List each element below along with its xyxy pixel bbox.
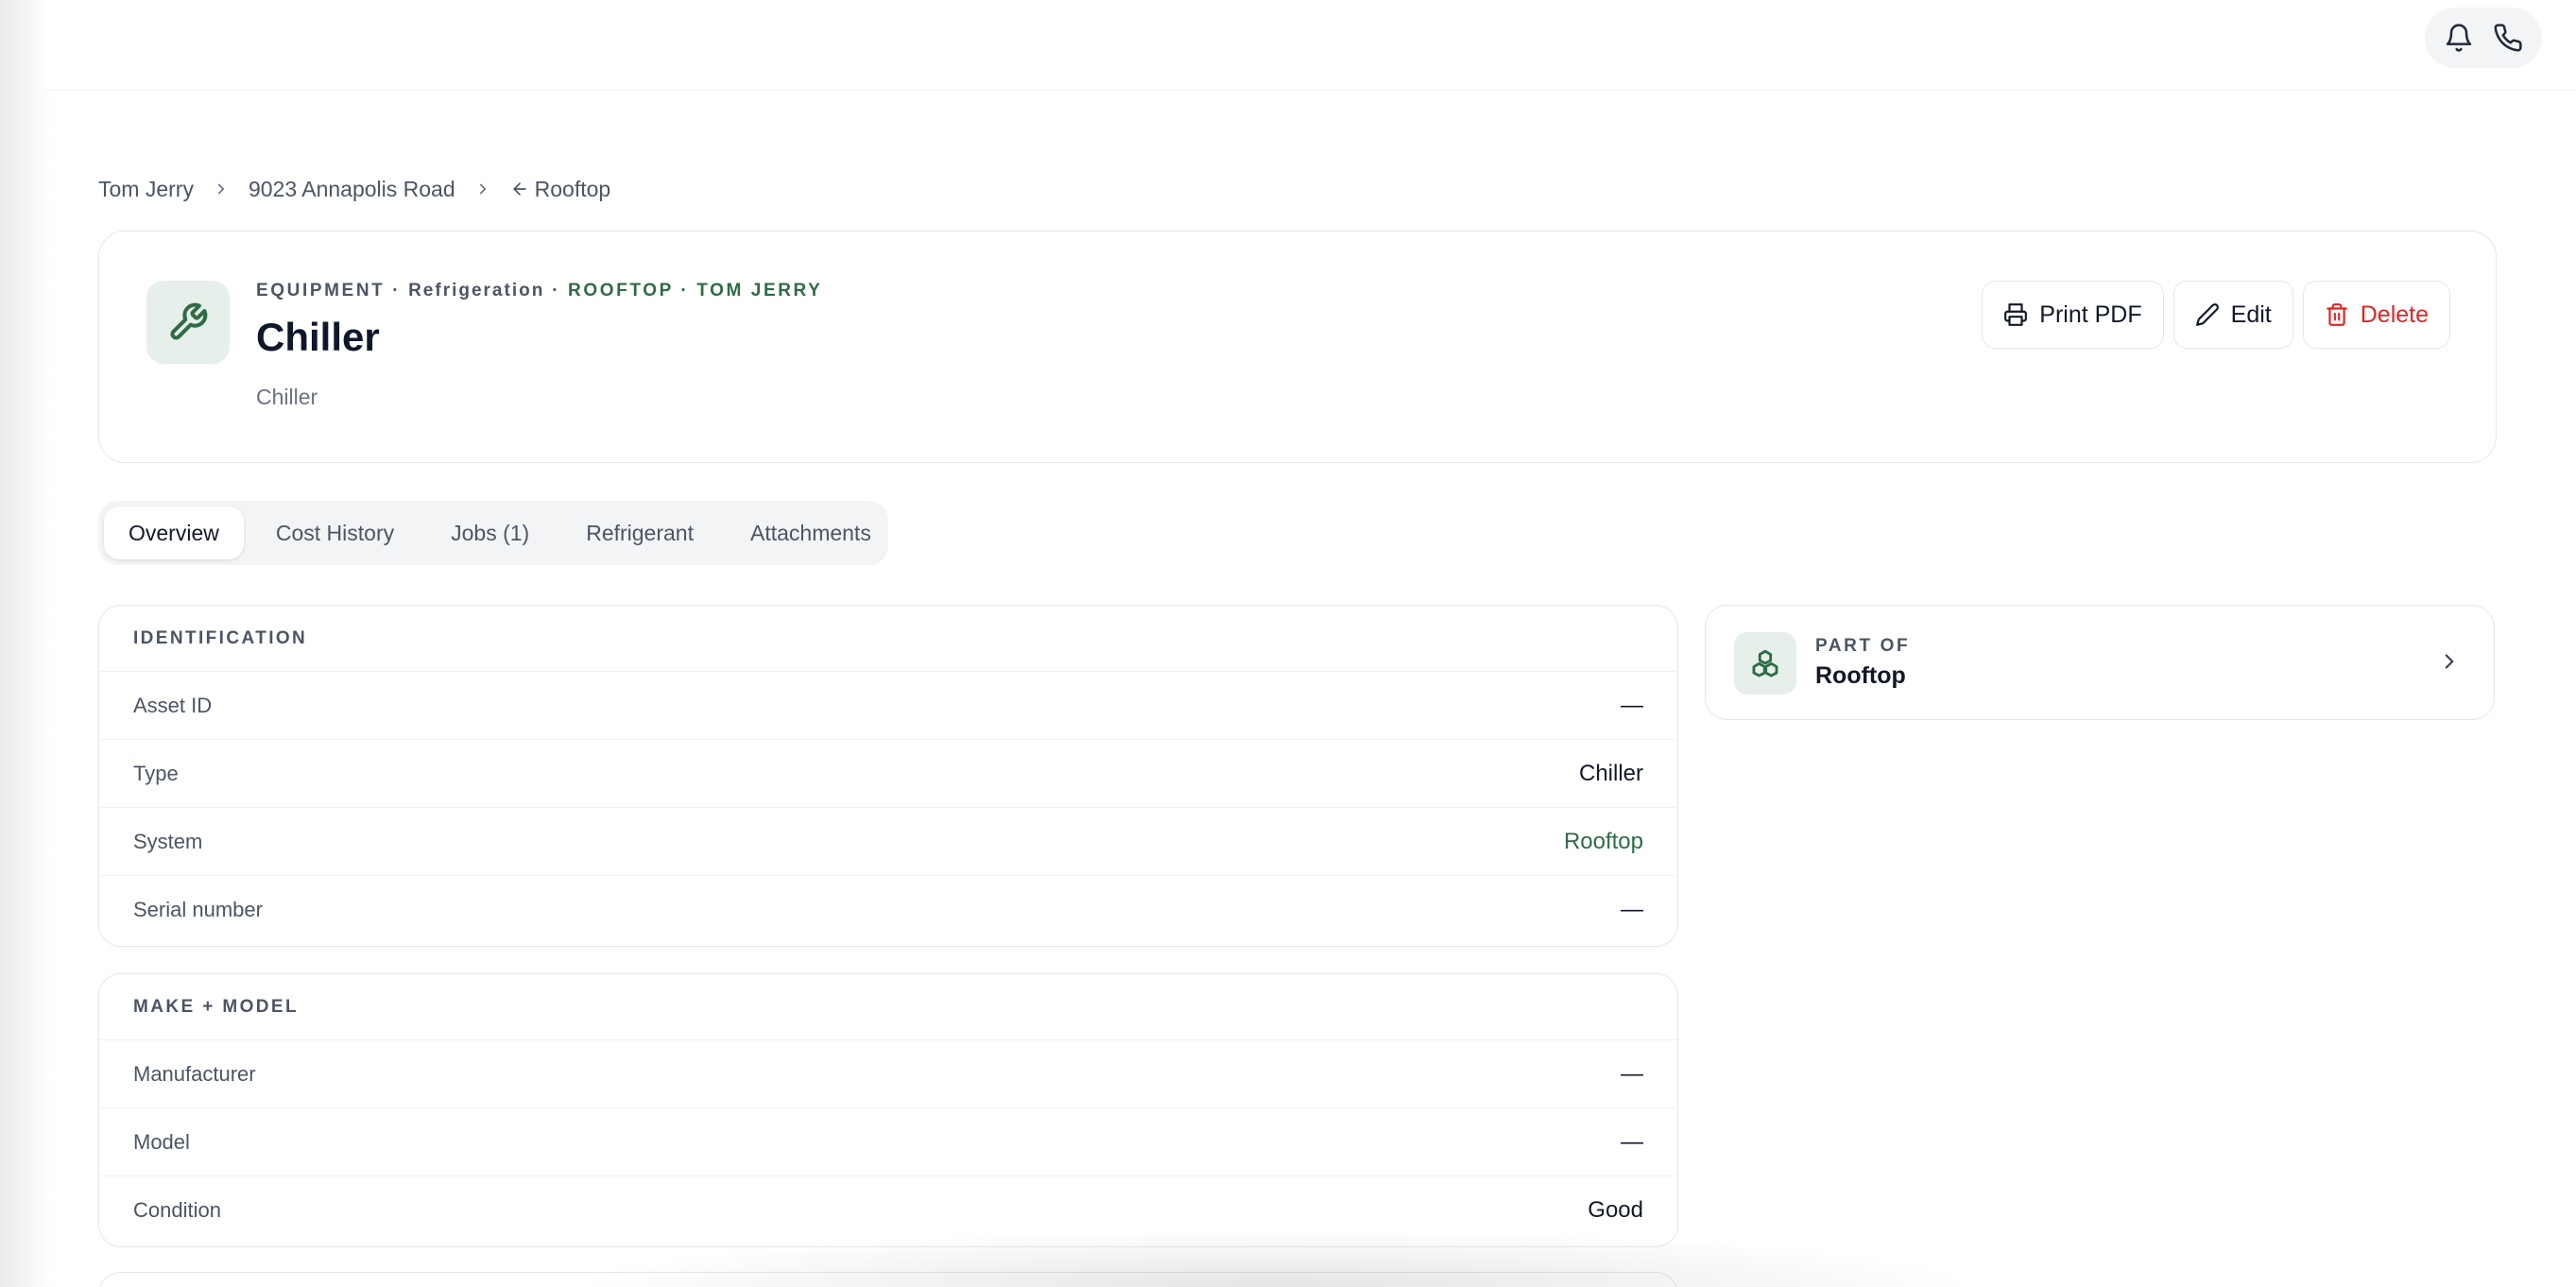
edit-button[interactable]: Edit (2172, 281, 2293, 349)
chevron-right-icon (213, 180, 230, 197)
eyebrow-separator: · (552, 281, 561, 300)
chevron-right-icon (2437, 649, 2462, 678)
delete-label: Delete (2360, 300, 2429, 328)
field-label: Model (133, 1129, 190, 1154)
breadcrumb-back-link[interactable]: Rooftop (510, 176, 611, 202)
eyebrow-system-link[interactable]: ROOFTOP (568, 281, 673, 300)
equipment-header-card: EQUIPMENT · Refrigeration · ROOFTOP · TO… (98, 231, 2497, 463)
eyebrow-separator: · (680, 281, 690, 300)
breadcrumb-back-label: Rooftop (534, 176, 611, 201)
system-cluster-icon (1734, 632, 1796, 695)
page-title: Chiller (256, 315, 380, 359)
printer-icon (2004, 303, 2028, 326)
bell-icon[interactable] (2438, 17, 2480, 59)
field-row-manufacturer: Manufacturer — (99, 1040, 1677, 1108)
field-label: Condition (133, 1198, 221, 1222)
trash-icon (2326, 303, 2347, 326)
tab-bar: Overview Cost History Jobs (1) Refrigera… (98, 501, 888, 565)
tab-cost-history[interactable]: Cost History (251, 506, 419, 559)
eyebrow-client-link[interactable]: TOM JERRY (696, 281, 822, 300)
phone-icon[interactable] (2487, 17, 2529, 59)
part-of-label: PART OF (1815, 636, 1911, 656)
next-section-card (98, 1272, 1678, 1287)
field-row-type: Type Chiller (99, 740, 1677, 808)
print-pdf-button[interactable]: Print PDF (1982, 281, 2164, 349)
breadcrumb-client[interactable]: Tom Jerry (98, 177, 194, 202)
equipment-eyebrow: EQUIPMENT · Refrigeration · ROOFTOP · TO… (256, 281, 822, 301)
tab-refrigerant[interactable]: Refrigerant (561, 506, 718, 559)
edit-label: Edit (2230, 300, 2272, 328)
chevron-right-icon (474, 180, 491, 197)
system-link[interactable]: Rooftop (1564, 829, 1643, 855)
eyebrow-kind: EQUIPMENT (256, 281, 386, 300)
field-row-system: System Rooftop (99, 808, 1677, 876)
topbar-actions (2425, 8, 2542, 68)
page-subtitle: Chiller (256, 385, 318, 409)
section-title: IDENTIFICATION (99, 606, 1677, 672)
arrow-left-icon (512, 182, 526, 196)
field-row-asset-id: Asset ID — (99, 672, 1677, 740)
field-label: Serial number (133, 898, 263, 921)
field-value: Chiller (1578, 760, 1643, 786)
identification-card: IDENTIFICATION Asset ID — Type Chiller S… (98, 605, 1678, 947)
pencil-icon (2195, 303, 2219, 326)
tab-jobs[interactable]: Jobs (1) (426, 506, 554, 559)
tab-attachments[interactable]: Attachments (726, 506, 896, 559)
field-value: — (1621, 897, 1643, 922)
field-value: — (1621, 1128, 1643, 1155)
eyebrow-separator: · (392, 281, 402, 300)
page: Tom Jerry 9023 Annapolis Road Rooftop EQ… (0, 0, 2576, 1287)
sidebar-edge (0, 0, 53, 1287)
part-of-system-name: Rooftop (1815, 662, 1906, 689)
field-label: System (133, 829, 203, 853)
delete-button[interactable]: Delete (2302, 281, 2450, 349)
field-row-serial-number: Serial number — (99, 876, 1677, 944)
tab-overview[interactable]: Overview (104, 506, 244, 559)
field-row-condition: Condition Good (99, 1176, 1677, 1244)
field-value: — (1621, 1060, 1643, 1087)
section-title: MAKE + MODEL (99, 974, 1677, 1040)
header-actions: Print PDF Edit Delete (1982, 281, 2450, 349)
part-of-card[interactable]: PART OF Rooftop (1705, 605, 2495, 720)
field-label: Manufacturer (133, 1061, 256, 1086)
breadcrumb-site[interactable]: 9023 Annapolis Road (249, 177, 455, 202)
eyebrow-category: Refrigeration (408, 281, 545, 300)
field-label: Type (133, 761, 179, 785)
field-label: Asset ID (133, 693, 213, 717)
make-model-card: MAKE + MODEL Manufacturer — Model — Cond… (98, 973, 1678, 1247)
field-value: Good (1588, 1197, 1643, 1223)
wrench-icon (146, 281, 230, 364)
top-bar (45, 0, 2576, 91)
field-value: — (1621, 692, 1643, 718)
field-row-model: Model — (99, 1108, 1677, 1176)
breadcrumb: Tom Jerry 9023 Annapolis Road Rooftop (98, 174, 610, 204)
print-pdf-label: Print PDF (2039, 300, 2142, 328)
